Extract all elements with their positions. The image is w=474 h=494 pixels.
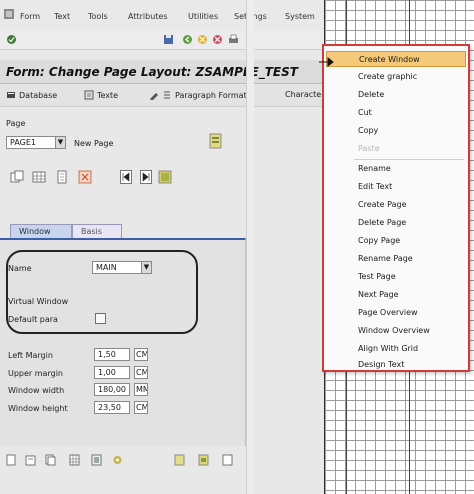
page-select[interactable]: PAGE1 — [6, 136, 56, 149]
upper-margin-label: Upper margin — [8, 369, 63, 378]
default-window-label: Default para — [8, 315, 58, 324]
characters-button[interactable]: Characters — [285, 90, 324, 99]
paragraph-formats-button[interactable]: Paragraph Formats — [149, 90, 251, 100]
cancel-icon[interactable] — [212, 34, 223, 45]
pen-icon — [150, 93, 158, 100]
upper-margin-unit[interactable]: CM — [134, 366, 148, 379]
menu-form[interactable]: Form — [20, 12, 40, 21]
page-label: Page — [6, 119, 26, 128]
page-copy-icon[interactable] — [45, 454, 56, 466]
application-toolbar: Database Texte Paragraph Formats Charact… — [0, 85, 324, 107]
context-item-page-overview[interactable]: Page Overview — [326, 305, 466, 321]
sap-form-painter: Form Text Tools Attributes Utilities Set… — [0, 0, 324, 494]
context-item-copy-page[interactable]: Copy Page — [326, 233, 466, 249]
title-bar: Form: Change Page Layout: ZSAMPLE_TEST — [0, 60, 324, 84]
overview-icon[interactable] — [158, 170, 172, 184]
context-item-create-window[interactable]: Create Window — [326, 51, 466, 67]
left-margin-unit[interactable]: CM — [134, 348, 148, 361]
back-icon[interactable] — [182, 34, 193, 45]
chevron-down-icon[interactable]: ▼ — [55, 136, 66, 149]
text-label: Texte — [97, 90, 119, 100]
paragraph-icon — [164, 91, 170, 99]
window-height-input[interactable]: 23,50 — [94, 401, 130, 414]
tab-strip: Window Basis — [0, 224, 246, 238]
context-item-create-page[interactable]: Create Page — [326, 197, 466, 213]
document-icon[interactable] — [55, 170, 69, 184]
text-icon — [84, 90, 94, 100]
settings-icon[interactable] — [112, 454, 123, 466]
context-item-create-graphic[interactable]: Create graphic — [326, 69, 466, 85]
window-name-select[interactable]: MAIN — [92, 261, 142, 274]
menu-tools[interactable]: Tools — [88, 12, 108, 21]
window-width-label: Window width — [8, 386, 65, 395]
window-height-unit[interactable]: CM — [134, 401, 148, 414]
text-button[interactable]: Texte — [84, 90, 118, 100]
left-margin-input[interactable]: 1,50 — [94, 348, 130, 361]
menu-utilities[interactable]: Utilities — [188, 12, 218, 21]
context-separator — [354, 159, 464, 160]
bottom-toolbar — [0, 450, 246, 472]
database-button[interactable]: Database — [6, 90, 57, 100]
left-margin-label: Left Margin — [8, 351, 53, 360]
context-item-next-page[interactable]: Next Page — [326, 287, 466, 303]
context-item-align-with-grid[interactable]: Align With Grid — [326, 341, 466, 357]
context-item-edit-text[interactable]: Edit Text — [326, 179, 466, 195]
copy-icon[interactable] — [10, 170, 24, 184]
chevron-down-icon[interactable]: ▼ — [141, 261, 152, 274]
table-icon[interactable] — [32, 170, 46, 184]
grid-icon[interactable] — [69, 454, 80, 466]
context-menu: Create Window Create graphic Delete Cut … — [322, 44, 470, 372]
menu-attributes[interactable]: Attributes — [128, 12, 168, 21]
context-item-delete-page[interactable]: Delete Page — [326, 215, 466, 231]
previous-page-icon[interactable] — [120, 170, 132, 184]
print-icon[interactable] — [228, 34, 239, 45]
enter-check-icon[interactable] — [6, 34, 17, 45]
virtual-window-label: Virtual Window — [8, 297, 69, 306]
context-item-rename-page[interactable]: Rename Page — [326, 251, 466, 267]
print-preview-icon[interactable] — [198, 454, 209, 466]
context-item-design-text[interactable]: Design Text — [326, 357, 466, 373]
menu-bar: Form Text Tools Attributes Utilities Set… — [0, 0, 324, 30]
new-document-icon[interactable] — [6, 454, 17, 466]
layout-icon[interactable] — [91, 454, 102, 466]
menu-text[interactable]: Text — [54, 12, 70, 21]
default-window-checkbox[interactable] — [95, 313, 106, 324]
context-item-cut[interactable]: Cut — [326, 105, 466, 121]
zoom-icon[interactable] — [174, 454, 185, 466]
context-item-window-overview[interactable]: Window Overview — [326, 323, 466, 339]
context-item-test-page[interactable]: Test Page — [326, 269, 466, 285]
vertical-scrollbar[interactable] — [246, 0, 254, 494]
new-page-label: New Page — [74, 139, 114, 148]
database-icon — [7, 92, 15, 98]
context-item-delete[interactable]: Delete — [326, 87, 466, 103]
exit-icon[interactable] — [197, 34, 208, 45]
page-title: Form: Change Page Layout: ZSAMPLE_TEST — [6, 65, 298, 79]
open-document-icon[interactable] — [25, 454, 36, 466]
window-width-unit[interactable]: MM — [134, 383, 148, 396]
window-width-input[interactable]: 180,00 — [94, 383, 130, 396]
tab-basis[interactable]: Basis — [72, 224, 122, 238]
window-name-label: Name — [8, 264, 32, 273]
arrow-pointer-icon — [319, 56, 334, 68]
refresh-icon[interactable] — [222, 454, 233, 466]
upper-margin-input[interactable]: 1,00 — [94, 366, 130, 379]
window-height-label: Window height — [8, 404, 68, 413]
delete-icon[interactable] — [78, 170, 92, 184]
page-detail-icon[interactable] — [209, 133, 222, 149]
context-item-copy[interactable]: Copy — [326, 123, 466, 139]
tab-window[interactable]: Window — [10, 224, 72, 238]
menu-system[interactable]: System — [285, 12, 315, 21]
menu-grip-icon[interactable] — [4, 9, 14, 19]
save-icon[interactable] — [163, 34, 174, 45]
paragraph-formats-label: Paragraph Formats — [175, 90, 251, 100]
context-item-rename[interactable]: Rename — [326, 161, 466, 177]
next-page-icon[interactable] — [140, 170, 152, 184]
context-item-paste[interactable]: Paste — [326, 141, 466, 157]
characters-label: Characters — [285, 90, 324, 99]
database-label: Database — [19, 90, 58, 100]
standard-toolbar: ◀ — [0, 30, 324, 74]
